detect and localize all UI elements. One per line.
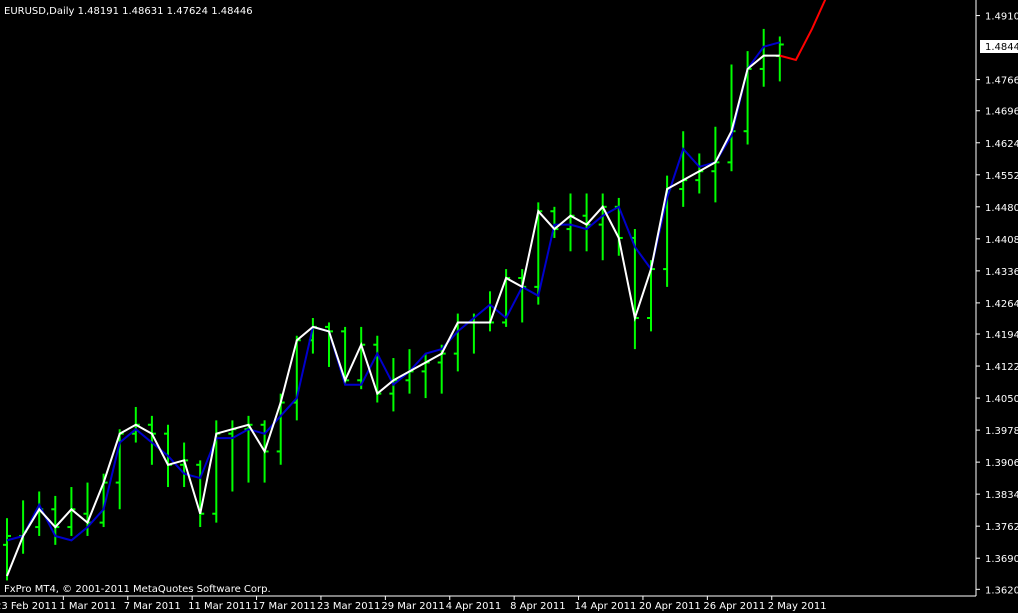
price-tick-label: 1.46960 bbox=[985, 107, 1018, 118]
time-tick-label: 2 May 2011 bbox=[768, 601, 827, 612]
price-tick-label: 1.41220 bbox=[985, 362, 1018, 373]
time-tick-label: 14 Apr 2011 bbox=[575, 601, 637, 612]
price-tick-label: 1.36200 bbox=[985, 585, 1018, 596]
time-tick-label: 23 Feb 2011 bbox=[0, 601, 57, 612]
price-chart[interactable]: 1.49100 1.47660 1.46960 1.46240 1.45520 1.448… bbox=[0, 0, 1018, 613]
price-tick-label: 1.47660 bbox=[985, 76, 1018, 87]
price-tick-label: 1.45520 bbox=[985, 171, 1018, 182]
time-tick-label: 29 Mar 2011 bbox=[381, 601, 444, 612]
time-tick-label: 26 Apr 2011 bbox=[703, 601, 765, 612]
time-tick-label: 11 Mar 2011 bbox=[188, 601, 251, 612]
time-tick-label: 4 Apr 2011 bbox=[446, 601, 501, 612]
price-tick-label: 1.41940 bbox=[985, 330, 1018, 341]
price-tick-label: 1.36900 bbox=[985, 554, 1018, 565]
price-tick-label: 1.37620 bbox=[985, 522, 1018, 533]
price-tick-label: 1.39060 bbox=[985, 458, 1018, 469]
price-tick-label: 1.43360 bbox=[985, 267, 1018, 278]
current-price-marker: 1.48446 bbox=[980, 40, 1018, 53]
price-tick-label: 1.40500 bbox=[985, 394, 1018, 405]
price-tick-label: 1.46240 bbox=[985, 139, 1018, 150]
current-price-label: 1.48446 bbox=[985, 42, 1018, 53]
price-tick-label: 1.49100 bbox=[985, 12, 1018, 23]
time-tick-label: 23 Mar 2011 bbox=[317, 601, 380, 612]
time-tick-label: 8 Apr 2011 bbox=[510, 601, 565, 612]
chart-background bbox=[0, 0, 1018, 613]
price-tick-label: 1.42640 bbox=[985, 299, 1018, 310]
time-tick-label: 1 Mar 2011 bbox=[59, 601, 116, 612]
time-tick-label: 7 Mar 2011 bbox=[124, 601, 181, 612]
symbol-header: EURUSD,Daily 1.48191 1.48631 1.47624 1.4… bbox=[4, 6, 253, 17]
time-tick-label: 20 Apr 2011 bbox=[639, 601, 701, 612]
time-tick-label: 17 Mar 2011 bbox=[253, 601, 316, 612]
price-tick-label: 1.38340 bbox=[985, 490, 1018, 501]
copyright-text: FxPro MT4, © 2001-2011 MetaQuotes Softwa… bbox=[4, 584, 271, 595]
price-tick-label: 1.39780 bbox=[985, 426, 1018, 437]
price-tick-label: 1.44800 bbox=[985, 203, 1018, 214]
price-tick-label: 1.44080 bbox=[985, 235, 1018, 246]
